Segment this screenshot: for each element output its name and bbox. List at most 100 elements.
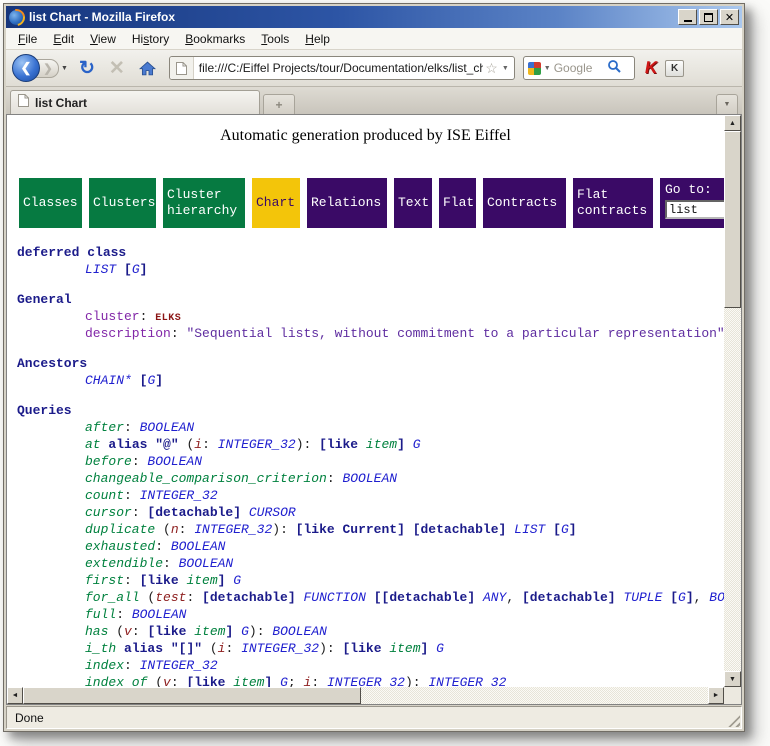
feature-link[interactable]: full xyxy=(85,607,116,622)
class-link[interactable]: BOOLEAN xyxy=(179,556,234,571)
class-link[interactable]: G xyxy=(280,675,288,687)
class-link[interactable]: BOOLEAN xyxy=(147,454,202,469)
nav-button-classes[interactable]: Classes xyxy=(19,178,82,228)
class-link[interactable]: INTEGER_32 xyxy=(327,675,405,687)
minimize-button[interactable] xyxy=(678,9,697,25)
goto-input[interactable] xyxy=(665,200,724,219)
menu-history[interactable]: History xyxy=(124,30,177,48)
class-link[interactable]: BOOLEAN xyxy=(709,590,724,605)
nav-button-chart[interactable]: Chart xyxy=(252,178,300,228)
class-link[interactable]: CHAIN* xyxy=(85,373,132,388)
history-dropdown-icon[interactable]: ▼ xyxy=(61,65,68,72)
menu-edit[interactable]: Edit xyxy=(45,30,82,48)
class-link[interactable]: INTEGER_32 xyxy=(218,437,296,452)
menu-help[interactable]: Help xyxy=(297,30,338,48)
tab-list-dropdown-button[interactable]: ▼ xyxy=(716,94,738,114)
class-link[interactable]: INTEGER_32 xyxy=(194,522,272,537)
nav-button-cluster-hierarchy[interactable]: Cluster hierarchy xyxy=(163,178,245,228)
home-icon[interactable] xyxy=(139,61,156,76)
class-link[interactable]: G xyxy=(436,641,444,656)
url-dropdown-icon[interactable]: ▼ xyxy=(500,65,514,72)
feature-link[interactable]: i_th xyxy=(85,641,116,656)
reload-icon[interactable]: ↻ xyxy=(79,59,95,78)
class-link[interactable]: INTEGER_32 xyxy=(140,658,218,673)
feature-link[interactable]: before xyxy=(85,454,132,469)
menu-bookmarks[interactable]: Bookmarks xyxy=(177,30,253,48)
window-titlebar[interactable]: list Chart - Mozilla Firefox ✕ xyxy=(6,6,742,28)
feature-link[interactable]: after xyxy=(85,420,124,435)
nav-button-relations[interactable]: Relations xyxy=(307,178,387,228)
nav-button-contracts[interactable]: Contracts xyxy=(483,178,566,228)
bookmark-star-icon[interactable]: ☆ xyxy=(483,60,500,77)
class-link[interactable]: FUNCTION xyxy=(303,590,365,605)
horizontal-scroll-thumb[interactable] xyxy=(23,687,361,704)
class-link[interactable]: BOOLEAN xyxy=(171,539,226,554)
class-link[interactable]: INTEGER_32 xyxy=(428,675,506,687)
class-link[interactable]: G xyxy=(561,522,569,537)
class-link[interactable]: LIST xyxy=(514,522,545,537)
k-extension-button[interactable]: K xyxy=(665,60,684,77)
scroll-left-button[interactable]: ◄ xyxy=(7,687,23,704)
new-tab-button[interactable]: + xyxy=(263,94,295,114)
class-link[interactable]: G xyxy=(132,262,140,277)
class-link[interactable]: LIST xyxy=(85,262,116,277)
class-link[interactable]: G xyxy=(233,573,241,588)
feature-link[interactable]: item xyxy=(233,675,264,687)
menu-view[interactable]: View xyxy=(82,30,124,48)
resize-grip-icon[interactable] xyxy=(727,714,740,727)
scroll-right-button[interactable]: ► xyxy=(708,687,724,704)
vertical-scrollbar[interactable]: ▲ ▼ xyxy=(724,115,741,687)
tab-list-chart[interactable]: list Chart xyxy=(10,90,260,114)
class-link[interactable]: TUPLE xyxy=(623,590,662,605)
search-engine-dropdown-icon[interactable]: ▼ xyxy=(544,65,551,72)
class-link[interactable]: INTEGER_32 xyxy=(241,641,319,656)
search-box[interactable]: ▼ xyxy=(523,56,635,80)
feature-link[interactable]: item xyxy=(194,624,225,639)
stop-icon[interactable]: ✕ xyxy=(109,59,125,78)
address-bar[interactable]: file:///C:/Eiffel Projects/tour/Document… xyxy=(169,56,515,80)
feature-link[interactable]: exhausted xyxy=(85,539,155,554)
class-link[interactable]: CURSOR xyxy=(249,505,296,520)
close-button[interactable]: ✕ xyxy=(720,9,739,25)
menu-file[interactable]: File xyxy=(10,30,45,48)
class-link[interactable]: BOOLEAN xyxy=(140,420,195,435)
feature-link[interactable]: has xyxy=(85,624,108,639)
feature-link[interactable]: first xyxy=(85,573,124,588)
vertical-scroll-thumb[interactable] xyxy=(724,131,741,308)
class-link[interactable]: BOOLEAN xyxy=(272,624,327,639)
nav-button-flat[interactable]: Flat xyxy=(439,178,476,228)
nav-button-text[interactable]: Text xyxy=(394,178,432,228)
feature-link[interactable]: item xyxy=(389,641,420,656)
class-link[interactable]: BOOLEAN xyxy=(342,471,397,486)
class-link[interactable]: G xyxy=(241,624,249,639)
class-link[interactable]: BOOLEAN xyxy=(132,607,187,622)
feature-link[interactable]: count xyxy=(85,488,124,503)
scroll-down-button[interactable]: ▼ xyxy=(724,671,741,687)
nav-button-flat-contracts[interactable]: Flat contracts xyxy=(573,178,653,228)
menu-tools[interactable]: Tools xyxy=(253,30,297,48)
maximize-button[interactable] xyxy=(699,9,718,25)
feature-link[interactable]: duplicate xyxy=(85,522,155,537)
class-link[interactable]: G xyxy=(678,590,686,605)
search-input[interactable] xyxy=(554,61,604,75)
feature-link[interactable]: for_all xyxy=(85,590,140,605)
magnifier-icon[interactable] xyxy=(607,59,621,78)
url-text[interactable]: file:///C:/Eiffel Projects/tour/Document… xyxy=(194,61,484,75)
feature-link[interactable]: at xyxy=(85,437,101,452)
back-button[interactable]: ❮ xyxy=(12,54,40,82)
feature-link[interactable]: cursor xyxy=(85,505,132,520)
scroll-up-button[interactable]: ▲ xyxy=(724,115,741,131)
class-link[interactable]: ANY xyxy=(483,590,506,605)
kaspersky-icon[interactable]: K xyxy=(643,58,659,78)
feature-link[interactable]: item xyxy=(186,573,217,588)
class-link[interactable]: G xyxy=(413,437,421,452)
feature-link[interactable]: changeable_comparison_criterion xyxy=(85,471,327,486)
feature-link[interactable]: index xyxy=(85,658,124,673)
class-link[interactable]: INTEGER_32 xyxy=(140,488,218,503)
horizontal-scrollbar[interactable]: ◄ ► xyxy=(7,687,724,704)
feature-link[interactable]: item xyxy=(366,437,397,452)
feature-link[interactable]: extendible xyxy=(85,556,163,571)
code-line: Queries xyxy=(17,402,724,419)
feature-link[interactable]: index_of xyxy=(85,675,147,687)
nav-button-clusters[interactable]: Clusters xyxy=(89,178,156,228)
